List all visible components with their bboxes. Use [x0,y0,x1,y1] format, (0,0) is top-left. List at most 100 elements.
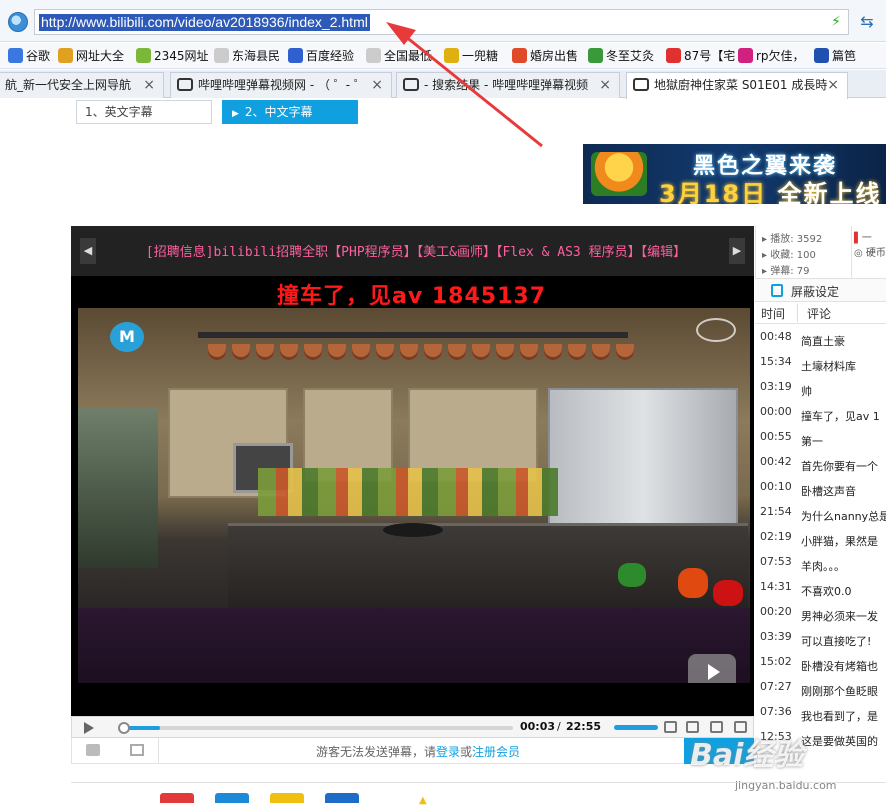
chevron-right-icon[interactable]: ▶ [729,238,745,264]
comment-row[interactable]: 00:20 男神必须来一发 [755,601,886,626]
comment-row[interactable]: 03:39 可以直接吃了! [755,626,886,651]
comment-text: 这是要做英国的 [801,735,878,748]
stat-play-value: 3592 [796,234,823,245]
baidu-url: jingyan.baidu.com [735,779,837,792]
bookmark-item[interactable]: 篇笆 [814,47,856,65]
tab-english-label: 1、英文字幕 [85,105,153,119]
browser-tab[interactable]: 航_新一代安全上网导航 × [0,72,164,98]
bookmark-item[interactable]: 谷歌 [8,47,50,65]
video-frame[interactable]: M [78,308,750,683]
bookmark-item[interactable]: 87号【宅 [666,47,735,65]
bookmark-item[interactable]: 婚房出售 [512,47,578,65]
stat-play-label: 播放 [770,234,791,245]
close-icon[interactable]: × [143,73,155,97]
pot [208,344,226,360]
comment-row[interactable]: 00:10 卧槽这声音 [755,476,886,501]
or-text: 或 [460,745,473,759]
stat-favorite-label: 收藏 [770,250,791,261]
lightning-icon[interactable]: ⚡ [830,14,842,30]
triangle-icon: ▲ [419,795,427,806]
close-icon[interactable]: × [599,73,611,97]
comment-row[interactable]: 02:19 小胖猫，果然是 [755,526,886,551]
comment-list[interactable]: 00:48 简直土豪 15:34 土壕材料库 03:19 帅 00:00 撞车了，见av 10… [755,326,886,762]
comment-text: 首先你要有一个 [801,460,878,473]
danmaku-style-icon[interactable] [86,744,100,756]
stat-danmaku-label: 弹幕 [770,266,791,277]
browser-tab[interactable]: 地獄廚神住家菜 S01E01 成長時 × [626,72,848,99]
vegetables [258,468,558,516]
comment-row[interactable]: 15:34 土壕材料库 [755,351,886,376]
green-pepper [618,563,646,587]
bookmark-label: rp欠佳， [756,49,805,63]
stats-right: ▌一 ◎ 硬币 [854,229,886,259]
refresh-icon[interactable]: ⇆ [856,12,878,32]
ad-banner[interactable]: 黑色之翼来袭 3月18日 全新上线 [583,144,886,204]
danmaku-mode-icon[interactable] [130,744,144,756]
bookmark-item[interactable]: rp欠佳， [738,47,805,65]
bookmark-item[interactable]: 全国最低 [366,47,432,65]
bookmark-item[interactable]: 2345网址 [136,47,209,65]
volume-slider[interactable] [614,725,658,730]
url-text[interactable]: http://www.bilibili.com/video/av2018936/… [39,14,370,31]
bookmark-label: 东海县民 [232,49,281,63]
play-triangle-icon: ▶ [232,109,239,119]
comment-row[interactable]: 14:31 不喜欢0.0 [755,576,886,601]
register-link[interactable]: 注册会员 [472,745,520,759]
tab-chinese-subtitles[interactable]: ▶ 2、中文字幕 [222,100,358,124]
pot [472,344,490,360]
video-player[interactable]: ◀ [招聘信息]bilibili招聘全职【PHP程序员】【美工&画师】【Flex… [71,226,754,716]
browser-tab[interactable]: - 搜索结果 - 哔哩哔哩弹幕视频 × [396,72,620,98]
comment-row[interactable]: 15:02 卧槽没有烤箱也 [755,651,886,676]
comment-time: 07:27 [760,680,792,693]
game-logo [591,152,647,196]
pot [280,344,298,360]
comment-time: 02:19 [760,530,792,543]
comment-row[interactable]: 00:42 首先你要有一个 [755,451,886,476]
tab-english-subtitles[interactable]: 1、英文字幕 [76,100,212,124]
video-stats: ▸ 播放: 3592 ▸ 收藏: 100 ▸ 弹幕: 79 ▌一 ◎ 硬币 [755,226,886,278]
bookmark-label: 冬至艾灸 [606,49,655,63]
stats-right-1: ▌一 [854,233,872,244]
comment-row[interactable]: 03:19 帅 [755,376,886,401]
header-comment[interactable]: 评论 [807,305,831,322]
red-pepper [713,580,743,606]
comment-row[interactable]: 07:36 我也看到了，是 [755,701,886,726]
comment-row[interactable]: 00:48 简直土豪 [755,326,886,351]
url-field[interactable]: http://www.bilibili.com/video/av2018936/… [34,9,849,35]
bookmark-item[interactable]: 冬至艾灸 [588,47,654,65]
play-icon[interactable] [84,722,94,734]
danmaku-toggle-icon[interactable] [664,721,677,733]
comment-time: 00:42 [760,455,792,468]
comment-time: 00:55 [760,430,792,443]
browser-tab[interactable]: 哔哩哔哩弹幕视频网 - （ ゜- ゜ × [170,72,392,98]
comment-text: 卧槽没有烤箱也 [801,660,878,673]
shield-label: 屏蔽设定 [791,285,840,299]
bookmark-item[interactable]: 东海县民 [214,47,280,65]
comment-row[interactable]: 21:54 为什么nanny总是 [755,501,886,526]
comment-row[interactable]: 00:00 撞车了，见av 1 [755,401,886,426]
shield-settings-button[interactable]: 屏蔽设定 [755,278,886,302]
pot [616,344,634,360]
globe-icon [58,48,73,63]
chevron-left-icon[interactable]: ◀ [80,238,96,264]
bookmark-item[interactable]: 百度经验 [288,47,354,65]
bilibili-tv-icon [688,654,736,683]
recruit-notice[interactable]: [招聘信息]bilibili招聘全职【PHP程序员】【美工&画师】【Flex &… [111,241,721,260]
bookmark-item[interactable]: 网址大全 [58,47,124,65]
tab-strip: 航_新一代安全上网导航 × 哔哩哔哩弹幕视频网 - （ ゜- ゜ × - 搜索结果 - … [0,70,886,99]
header-time[interactable]: 时间 [761,305,785,322]
danmaku-comment: 撞车了，见av 1845137 [277,284,546,309]
comment-row[interactable]: 07:53 羊肉。。。 [755,551,886,576]
close-icon[interactable]: × [827,73,839,97]
pot-rack [198,332,628,338]
comment-time: 03:19 [760,380,792,393]
comment-row[interactable]: 07:27 刚刚那个鱼眨眼 [755,676,886,701]
comment-row[interactable]: 00:55 第一 [755,426,886,451]
bookmark-item[interactable]: 一兜糖 [444,47,498,65]
login-link[interactable]: 登录 [436,745,460,759]
bookmark-label: 婚房出售 [530,49,579,63]
close-icon[interactable]: × [371,73,383,97]
progress-knob[interactable] [118,722,130,734]
progress-bar[interactable] [118,722,513,734]
channel-logo: M [110,322,144,352]
